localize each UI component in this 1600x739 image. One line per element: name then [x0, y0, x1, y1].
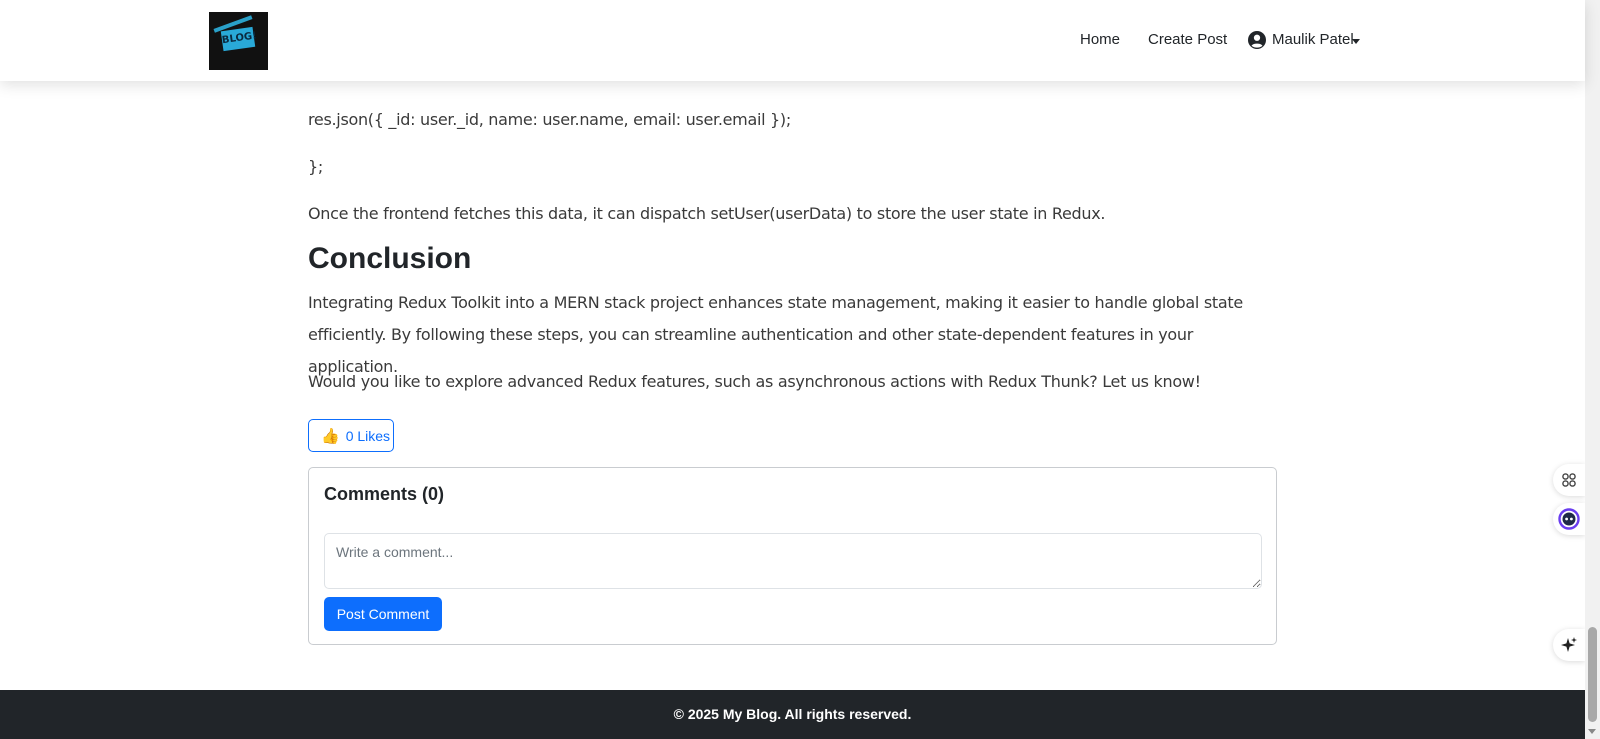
- user-circle-icon[interactable]: [1248, 31, 1266, 49]
- nav-create-post-link[interactable]: Create Post: [1148, 31, 1227, 48]
- comments-card: Comments (0) Post Comment: [308, 467, 1277, 645]
- paragraph: Once the frontend fetches this data, it …: [308, 204, 1106, 223]
- navbar: BLOG! Home Create Post Maulik Patel: [0, 0, 1585, 81]
- section-heading: Conclusion: [308, 242, 472, 275]
- code-line: };: [308, 157, 323, 176]
- nav-user-dropdown[interactable]: Maulik Patel: [1272, 31, 1354, 48]
- footer: © 2025 My Blog. All rights reserved.: [0, 690, 1585, 739]
- blog-logo[interactable]: BLOG!: [209, 12, 268, 70]
- chevron-down-icon[interactable]: [1352, 39, 1360, 44]
- nav-home-link[interactable]: Home: [1080, 31, 1120, 48]
- assistant-bot-icon[interactable]: [1553, 503, 1585, 535]
- scrollbar-thumb[interactable]: [1588, 627, 1597, 722]
- comments-title: Comments (0): [324, 484, 445, 504]
- comment-input[interactable]: [324, 533, 1262, 589]
- like-button[interactable]: 👍 0 Likes: [308, 419, 394, 452]
- page-scrollbar[interactable]: [1585, 0, 1600, 739]
- thumbs-up-icon: 👍: [321, 427, 340, 445]
- logo-text: BLOG!: [220, 26, 257, 52]
- grid-command-icon[interactable]: [1553, 464, 1585, 496]
- sparkle-icon[interactable]: [1553, 629, 1585, 661]
- like-count: 0 Likes: [345, 427, 391, 444]
- code-line: res.json({ _id: user._id, name: user.nam…: [308, 110, 791, 129]
- scroll-down-arrow-icon[interactable]: [1588, 729, 1596, 734]
- post-comment-button[interactable]: Post Comment: [324, 597, 442, 631]
- paragraph: Would you like to explore advanced Redux…: [308, 372, 1201, 391]
